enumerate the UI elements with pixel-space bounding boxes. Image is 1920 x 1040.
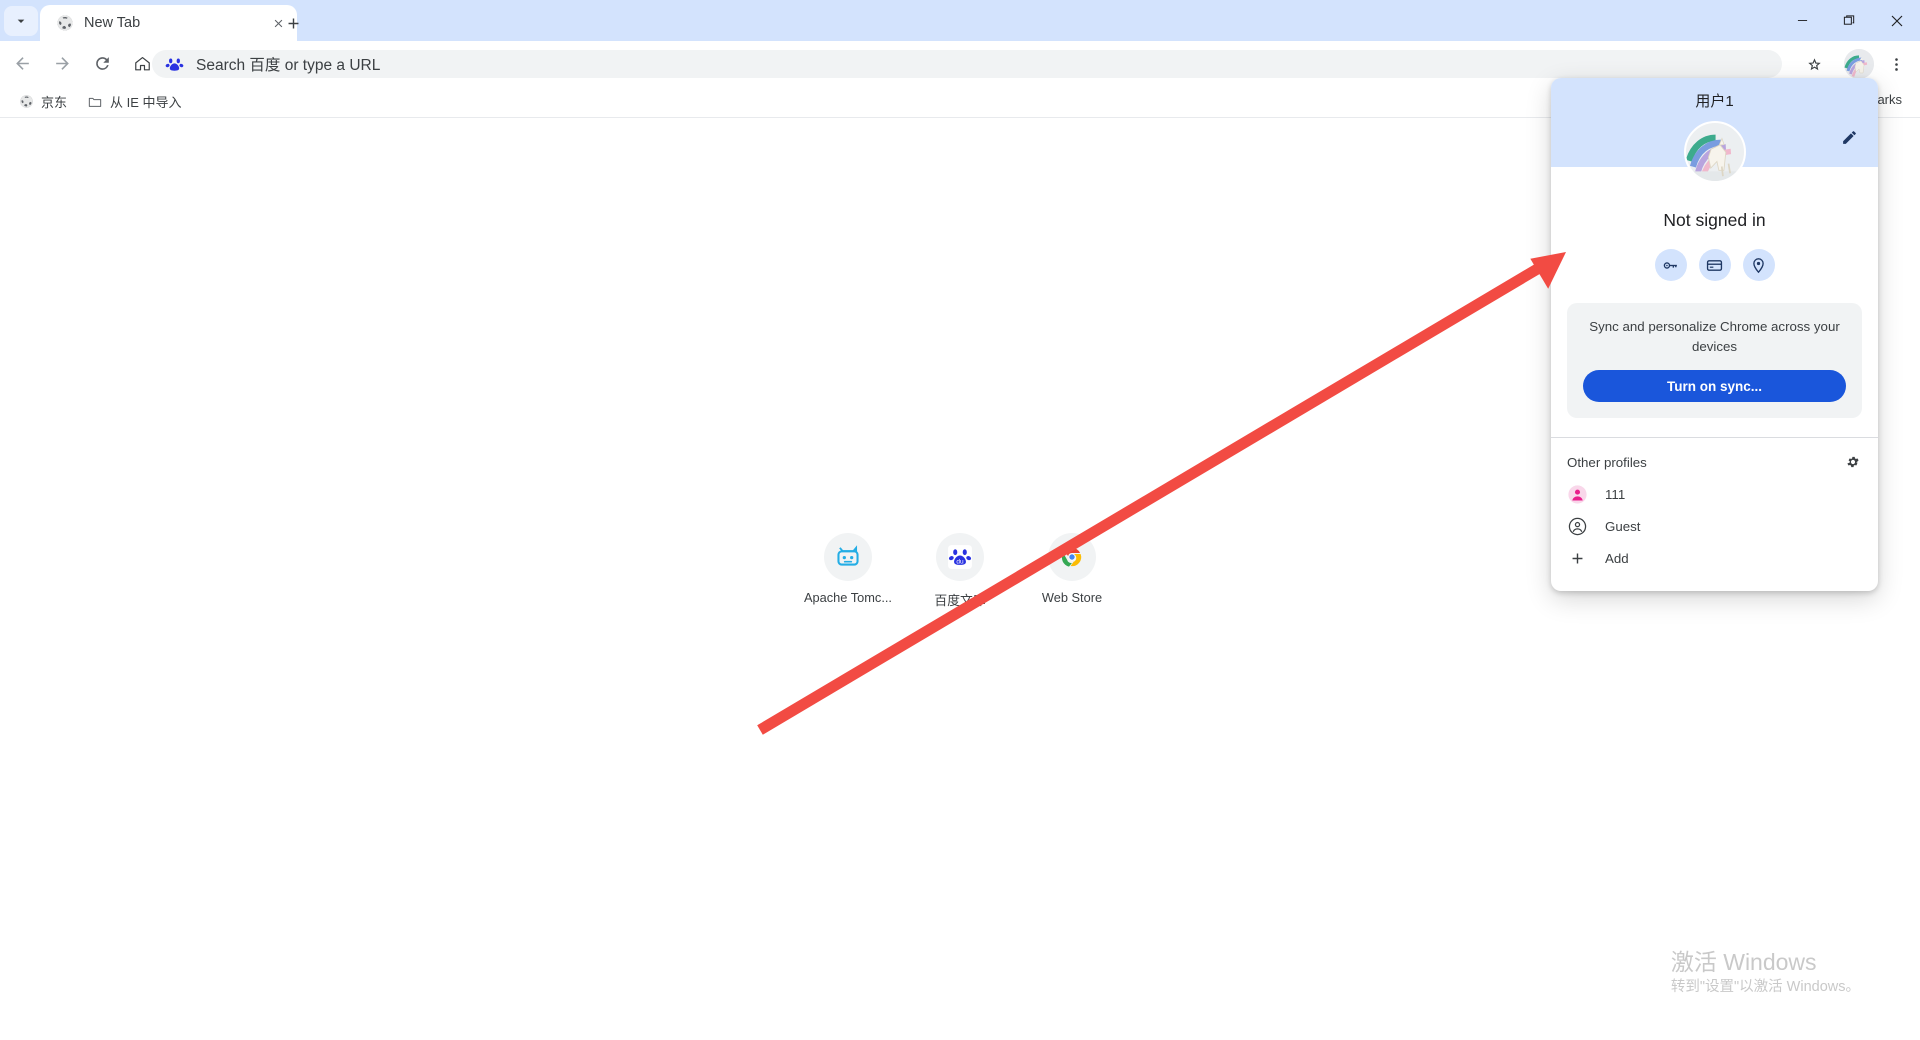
profile-row-111[interactable]: 111 [1551, 478, 1878, 510]
tab-title: New Tab [84, 15, 141, 31]
windows-activation-watermark: 激活 Windows 转到"设置"以激活 Windows。 [1671, 948, 1860, 998]
profile-row-guest[interactable]: Guest [1551, 510, 1878, 542]
new-tab-button[interactable] [278, 9, 308, 37]
guest-account-icon [1567, 516, 1587, 536]
turn-on-sync-label: Turn on sync... [1666, 378, 1762, 394]
shortcut-web-store[interactable]: Web Store [1016, 523, 1128, 609]
chrome-menu-button[interactable] [1880, 46, 1912, 82]
shortcut-baidu-wenku[interactable]: du 百度文库 [904, 523, 1016, 609]
profile-row-label: 111 [1605, 486, 1626, 502]
avatar [1683, 121, 1746, 183]
profile-panel-header: 用户1 [1551, 78, 1878, 183]
close-icon [1891, 15, 1902, 26]
edit-profile-button[interactable] [1834, 122, 1864, 152]
addresses-button[interactable] [1742, 249, 1775, 281]
tab-search-button[interactable] [4, 6, 38, 36]
shortcut-label: Web Store [1041, 590, 1103, 605]
credit-card-icon [1706, 259, 1723, 271]
reload-icon [95, 57, 109, 70]
bookmark-folder-import-from-ie[interactable]: 从 IE 中导入 [79, 90, 190, 114]
chevron-down-icon [17, 19, 25, 23]
shortcut-apache-tomcat[interactable]: Apache Tomc... [792, 523, 904, 609]
sync-promo-message: Sync and personalize Chrome across your … [1589, 319, 1840, 354]
globe-icon [18, 94, 34, 110]
plus-icon [288, 18, 298, 28]
unicorn-avatar-icon [1685, 123, 1744, 181]
svg-text:du: du [956, 559, 964, 566]
forward-button[interactable] [44, 46, 80, 82]
home-icon [134, 56, 150, 71]
watermark-line-1: 激活 Windows [1670, 949, 1817, 975]
tab-strip: New Tab [0, 0, 1920, 41]
profile-name: 用户1 [1695, 93, 1734, 110]
turn-on-sync-button[interactable]: Turn on sync... [1583, 370, 1846, 402]
address-bar-text: Search 百度 or type a URL [196, 57, 381, 74]
bookmark-label: 京东 [41, 95, 68, 110]
watermark-line-2: 转到"设置"以激活 Windows。 [1670, 979, 1860, 995]
location-pin-icon [1753, 257, 1764, 273]
address-bar[interactable]: Search 百度 or type a URL [152, 50, 1782, 78]
chrome-webstore-icon [1061, 547, 1082, 567]
minimize-button[interactable] [1779, 0, 1826, 41]
unicorn-avatar-icon [1844, 49, 1874, 79]
manage-profiles-button[interactable] [1838, 447, 1868, 477]
shortcut-label: 百度文库 [934, 593, 986, 608]
sync-promo-card: Sync and personalize Chrome across your … [1567, 303, 1862, 418]
profile-row-label: Add [1605, 550, 1629, 566]
profile-avatar-button[interactable] [1844, 49, 1874, 79]
arrow-right-icon [55, 57, 69, 70]
other-profiles-header: Other profiles [1551, 438, 1878, 478]
gear-icon [1847, 456, 1859, 468]
reload-button[interactable] [84, 46, 120, 82]
pencil-icon [1842, 130, 1856, 144]
globe-icon [57, 15, 73, 31]
other-profiles-label: Other profiles [1567, 455, 1647, 470]
restore-icon [1843, 15, 1855, 25]
toolbar-right-actions [1796, 46, 1912, 82]
folder-icon [87, 94, 103, 110]
minimize-icon [1797, 20, 1808, 21]
payment-methods-button[interactable] [1698, 249, 1731, 281]
plus-icon [1567, 548, 1587, 568]
star-outline-icon [1807, 57, 1821, 70]
arrow-left-icon [15, 57, 29, 70]
shortcut-icon-wrap: du [936, 533, 984, 581]
tab-new-tab[interactable]: New Tab [40, 5, 297, 41]
shortcut-label: Apache Tomc... [804, 590, 892, 605]
three-dots-vertical-icon [1894, 57, 1898, 71]
shortcut-icon-wrap [824, 533, 872, 581]
browser-window: New Tab Search 百度 or type a URL 京东 从 IE … [0, 0, 1920, 1040]
baidu-paw-icon: du [948, 545, 972, 569]
profile-quick-actions [1551, 249, 1878, 281]
window-controls [1779, 0, 1920, 41]
shortcut-icon-wrap [1048, 533, 1096, 581]
person-avatar-pink-icon [1567, 484, 1587, 504]
signin-status: Not signed in [1663, 210, 1766, 230]
key-icon [1663, 261, 1677, 269]
add-profile-row[interactable]: Add [1551, 542, 1878, 574]
close-window-button[interactable] [1873, 0, 1920, 41]
profile-menu-panel: 用户1 Not signed in Sync and personalize C… [1551, 78, 1878, 591]
baidu-paw-icon [164, 54, 184, 74]
bookmark-star-button[interactable] [1796, 46, 1832, 82]
restore-button[interactable] [1826, 0, 1873, 41]
profile-row-label: Guest [1605, 518, 1641, 534]
bookmark-item-jd[interactable]: 京东 [10, 90, 75, 114]
tomcat-icon [837, 545, 859, 566]
bookmark-label: 从 IE 中导入 [110, 95, 182, 110]
passwords-button[interactable] [1654, 249, 1687, 281]
back-button[interactable] [4, 46, 40, 82]
